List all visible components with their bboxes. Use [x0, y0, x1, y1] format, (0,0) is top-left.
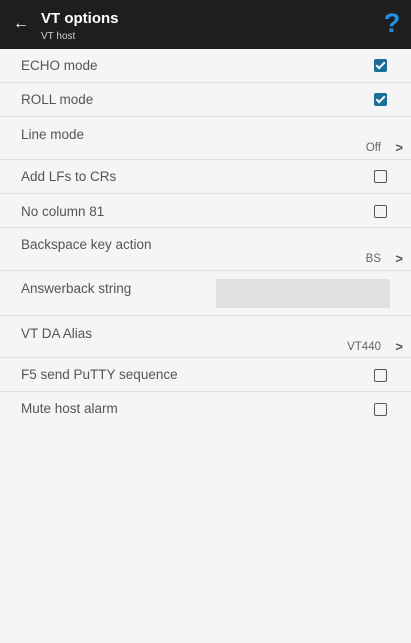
setting-label: F5 send PuTTY sequence — [21, 367, 178, 382]
setting-label: ECHO mode — [21, 58, 98, 73]
add-lfs-checkbox[interactable] — [374, 170, 387, 183]
chevron-right-icon: > — [395, 339, 403, 354]
chevron-right-icon: > — [395, 251, 403, 266]
setting-add-lfs-to-crs[interactable]: Add LFs to CRs — [0, 160, 411, 194]
echo-mode-checkbox[interactable] — [374, 59, 387, 72]
back-arrow-icon[interactable]: ← — [13, 14, 29, 34]
setting-label: Mute host alarm — [21, 401, 118, 416]
f5-putty-checkbox[interactable] — [374, 369, 387, 382]
setting-f5-send-putty-sequence[interactable]: F5 send PuTTY sequence — [0, 358, 411, 392]
setting-label: Backspace key action — [21, 237, 152, 252]
page-title: VT options — [41, 10, 119, 27]
setting-mute-host-alarm[interactable]: Mute host alarm — [0, 392, 411, 425]
no-column-81-checkbox[interactable] — [374, 205, 387, 218]
setting-line-mode[interactable]: Line mode Off > — [0, 117, 411, 160]
help-icon[interactable]: ? — [381, 8, 403, 38]
answerback-input[interactable] — [216, 279, 390, 308]
setting-label: Line mode — [21, 127, 85, 142]
setting-backspace-key-action[interactable]: Backspace key action BS > — [0, 228, 411, 271]
setting-label: VT DA Alias — [21, 326, 93, 341]
setting-roll-mode[interactable]: ROLL mode — [0, 83, 411, 117]
chevron-right-icon: > — [395, 140, 403, 155]
settings-list: ECHO mode ROLL mode Line mode Off > Add … — [0, 49, 411, 425]
page-subtitle: VT host — [41, 31, 76, 42]
roll-mode-checkbox[interactable] — [374, 93, 387, 106]
setting-label: Add LFs to CRs — [21, 169, 117, 184]
app-bar: ← VT options VT host ? — [0, 0, 411, 49]
mute-host-alarm-checkbox[interactable] — [374, 403, 387, 416]
setting-vt-da-alias[interactable]: VT DA Alias VT440 > — [0, 316, 411, 358]
backspace-action-value: BS — [365, 253, 381, 265]
setting-answerback-string: Answerback string — [0, 271, 411, 316]
line-mode-value: Off — [365, 142, 381, 154]
setting-label: No column 81 — [21, 204, 105, 219]
setting-echo-mode[interactable]: ECHO mode — [0, 49, 411, 83]
setting-label: ROLL mode — [21, 92, 94, 107]
vt-da-alias-value: VT440 — [347, 341, 381, 353]
setting-label: Answerback string — [21, 281, 132, 296]
setting-no-column-81[interactable]: No column 81 — [0, 194, 411, 228]
